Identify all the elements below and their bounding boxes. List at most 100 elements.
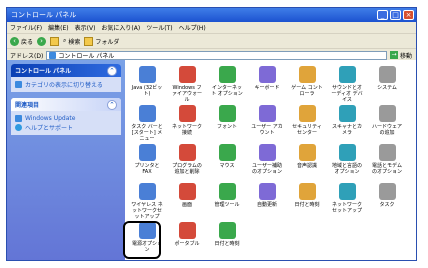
close-button[interactable]: × [403, 10, 414, 20]
section-body: カテゴリの表示に切り替える [11, 77, 121, 92]
control-panel-item-label: フォント [216, 124, 237, 130]
folder-up-icon [50, 36, 60, 46]
control-panel-item[interactable]: セキュリティ センター [291, 105, 323, 136]
menu-help[interactable]: ヘルプ(H) [179, 23, 206, 32]
toolbar: ‹ 戻る › ⌕ 検索 フォルダ [7, 34, 416, 49]
go-label: 移動 [399, 52, 412, 60]
control-panel-item[interactable]: 音声認識 [291, 144, 323, 169]
control-panel-item-label: 自動更新 [256, 202, 277, 208]
control-panel-item[interactable]: ユーザー アカウント [251, 105, 283, 136]
control-panel-item-icon [218, 144, 236, 161]
control-panel-item[interactable]: サウンドとオーディオ デバイス [331, 66, 363, 103]
control-panel-item-icon [218, 105, 236, 122]
control-panel-item-icon [378, 66, 396, 83]
back-label: 戻る [21, 38, 34, 46]
control-panel-item-icon [258, 105, 276, 122]
minimize-button[interactable]: _ [377, 10, 388, 20]
control-panel-item[interactable]: 自動更新 [251, 183, 283, 208]
control-panel-item-label: マウス [219, 163, 235, 169]
control-panel-item[interactable]: ネットワーク接続 [171, 105, 203, 136]
control-panel-item[interactable]: ゲーム コントローラ [291, 66, 323, 97]
search-button[interactable]: ⌕ 検索 [63, 36, 80, 47]
switch-category-link[interactable]: カテゴリの表示に切り替える [15, 80, 117, 89]
control-panel-item[interactable]: 地域と言語のオプション [331, 144, 363, 175]
control-panel-item[interactable]: タスク バーと [スタート] メニュー [131, 105, 163, 142]
help-support-link[interactable]: ヘルプとサポート [15, 123, 117, 132]
control-panel-item[interactable]: Java (32ビット) [131, 66, 163, 97]
control-panel-item-label: 地域と言語のオプション [331, 163, 362, 175]
up-button[interactable] [50, 36, 60, 47]
control-panel-item-icon [298, 66, 316, 83]
control-panel-item-label: Java (32ビット) [131, 85, 163, 97]
windows-update-icon [15, 115, 22, 122]
control-panel-item[interactable]: ハードウェアの追加 [371, 105, 403, 136]
control-panel-section: コントロール パネル ^ カテゴリの表示に切り替える [11, 64, 121, 92]
control-panel-item[interactable]: 日付と時刻 [291, 183, 323, 208]
control-panel-item[interactable]: マウス [211, 144, 243, 169]
control-panel-item-icon [338, 183, 356, 200]
control-panel-item-icon [178, 183, 196, 200]
control-panel-item[interactable]: Windows ファイアウォール [171, 66, 203, 103]
control-panel-item-label: システム [377, 85, 397, 91]
folders-button[interactable]: フォルダ [84, 36, 119, 47]
go-button[interactable]: → 移動 [389, 51, 412, 60]
control-panel-item-icon [378, 105, 396, 122]
control-panel-item-label: プリンタとFAX [134, 163, 160, 175]
control-panel-item-icon [138, 105, 156, 122]
control-panel-item-label: ポータブル [174, 241, 200, 247]
power-options-highlight [123, 221, 161, 259]
help-icon [15, 124, 22, 131]
menu-edit[interactable]: 編集(E) [48, 23, 68, 32]
control-panel-item[interactable]: タスク [371, 183, 403, 208]
maximize-button[interactable]: □ [390, 10, 401, 20]
control-panel-item-icon [298, 183, 316, 200]
control-panel-item-icon [338, 66, 356, 83]
control-panel-item[interactable]: ポータブル [171, 222, 203, 247]
control-panel-window: コントロール パネル _ □ × ファイル(F) 編集(E) 表示(V) お気に… [6, 7, 417, 261]
control-panel-item-icon [178, 105, 196, 122]
control-panel-item-icon [258, 183, 276, 200]
address-input[interactable]: コントロール パネル [46, 50, 387, 60]
category-view-icon [15, 81, 22, 88]
menu-favorites[interactable]: お気に入り(A) [101, 23, 140, 32]
control-panel-item[interactable]: 電話とモデムのオプション [371, 144, 403, 175]
go-arrow-icon: → [389, 51, 398, 59]
control-panel-item[interactable]: プリンタとFAX [131, 144, 163, 175]
control-panel-item-label: プログラムの追加と削除 [172, 163, 202, 175]
control-panel-item[interactable]: ワイヤレス ネットワークセットアップ [131, 183, 163, 220]
control-panel-item[interactable]: スキャナとカメラ [331, 105, 363, 136]
control-panel-item[interactable]: 画面 [171, 183, 203, 208]
help-support-label: ヘルプとサポート [25, 125, 74, 132]
control-panel-item[interactable]: システム [371, 66, 403, 91]
control-panel-item[interactable]: 管理ツール [211, 183, 243, 208]
collapse-chevron-icon[interactable]: ^ [107, 65, 117, 76]
control-panel-item[interactable]: ユーザー補助のオプション [251, 144, 283, 175]
related-header[interactable]: 関連項目 ^ [11, 98, 121, 111]
section-header[interactable]: コントロール パネル ^ [11, 64, 121, 77]
windows-update-link[interactable]: Windows Update [15, 114, 117, 123]
control-panel-item-label: ハードウェアの追加 [371, 124, 402, 136]
control-panel-item[interactable]: ネットワークセットアップ [331, 183, 363, 214]
back-button[interactable]: ‹ 戻る [10, 36, 33, 47]
collapse-chevron-icon[interactable]: ^ [107, 99, 117, 110]
control-panel-item-label: 日付と時刻 [214, 241, 240, 247]
control-panel-item-label: ユーザー補助のオプション [251, 163, 282, 175]
search-icon: ⌕ [63, 37, 67, 44]
control-panel-item-label: 電話とモデムのオプション [371, 163, 402, 175]
control-panel-item-label: タスク [379, 202, 395, 208]
control-panel-item[interactable]: キーボード [251, 66, 283, 91]
control-panel-item-icon [178, 222, 196, 239]
forward-button[interactable]: › [37, 36, 47, 47]
menu-file[interactable]: ファイル(F) [10, 23, 42, 32]
menu-tools[interactable]: ツール(T) [146, 23, 172, 32]
control-panel-item-icon [218, 66, 236, 83]
control-panel-item[interactable]: フォント [211, 105, 243, 130]
control-panel-item-label: セキュリティ センター [292, 124, 322, 136]
control-panel-item[interactable]: インターネット オプション [211, 66, 243, 97]
control-panel-item[interactable]: 日付と時刻 [211, 222, 243, 247]
control-panel-item[interactable]: プログラムの追加と削除 [171, 144, 203, 175]
folder-icon [84, 36, 94, 46]
menu-view[interactable]: 表示(V) [75, 23, 96, 32]
switch-category-label: カテゴリの表示に切り替える [25, 82, 103, 89]
section-title: コントロール パネル [15, 68, 72, 75]
